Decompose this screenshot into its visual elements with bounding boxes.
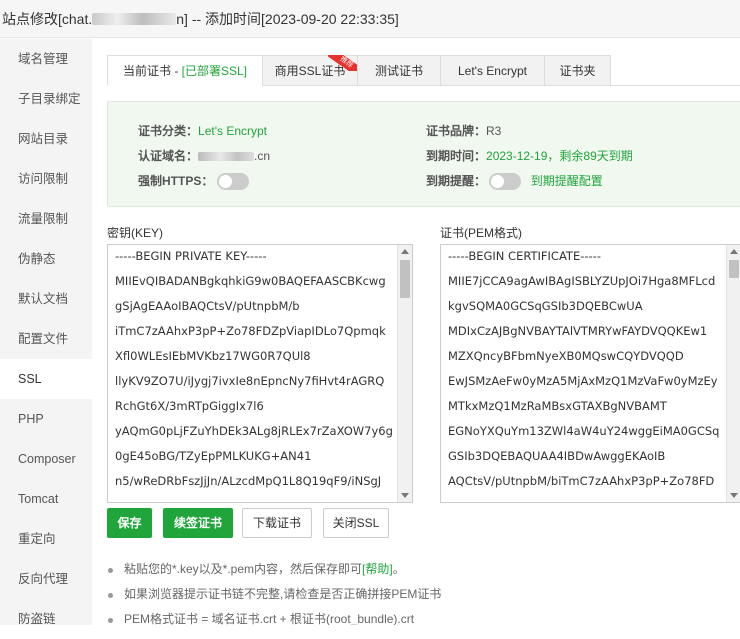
expire-remind-toggle[interactable] <box>489 173 522 190</box>
cert-line: MZXQncyBFbmNyeXB0MQswCQYDVQQD <box>448 349 684 363</box>
cert-line: EGNoYXQuYm13ZWl4aW4uY24wggEiMA0GCSq <box>448 424 720 438</box>
key-textarea[interactable]: -----BEGIN PRIVATE KEY----- MIIEvQIBADAN… <box>107 244 413 503</box>
title-suffix: n] -- 添加时间[2023-09-20 22:33:35] <box>176 11 399 27</box>
tip-item: 如果浏览器提示证书链不完整,请检查是否正确拼接PEM证书 <box>107 582 737 607</box>
tab-test-cert[interactable]: 测试证书 <box>357 55 441 86</box>
expire-remind: 到期提醒： 到期提醒配置 <box>426 172 603 190</box>
sidebar-item-redirect[interactable]: 重定向 <box>0 519 92 559</box>
key-line: gSjAgEAAoIBAQCtsV/pUtnpbM/b <box>115 299 300 313</box>
tab-current-cert-status: [已部署SSL] <box>181 64 248 78</box>
sidebar-item-access-limit[interactable]: 访问限制 <box>0 159 92 199</box>
cert-line: MTkxMzQ1MzRaMBsxGTAXBgNVBAMT <box>448 399 667 413</box>
cert-info-panel: 证书分类：Let's Encrypt 证书品牌：R3 认证域名： .cn 到期时间… <box>107 101 740 207</box>
close-ssl-button[interactable]: 关闭SSL <box>323 508 389 538</box>
tip-item: 粘贴您的*.key以及*.pem内容，然后保存即可[帮助]。 <box>107 557 737 582</box>
sidebar-item-domain[interactable]: 域名管理 <box>0 39 92 79</box>
title-prefix: 站点修改[chat. <box>2 11 93 27</box>
cert-domain: 认证域名： .cn <box>138 147 270 164</box>
recommend-badge-text: 推荐 <box>328 55 358 71</box>
key-label: 密钥(KEY) <box>107 226 164 240</box>
cert-line: MIIE7jCCA9agAwIBAgISBLYZUpJOi7Hga8MFLcd <box>448 274 716 288</box>
cert-expire: 到期时间：2023-12-19，剩余89天到期 <box>426 147 633 164</box>
cert-label: 证书(PEM格式) <box>440 226 522 240</box>
key-line: llyKV9ZO7U/iJygj7ivxIe8nEpncNy7fiHvt4rAG… <box>115 374 385 388</box>
key-line: -----BEGIN PRIVATE KEY----- <box>115 249 267 263</box>
sidebar-item-php[interactable]: PHP <box>0 399 92 439</box>
cert-textarea[interactable]: -----BEGIN CERTIFICATE----- MIIE7jCCA9ag… <box>440 244 740 503</box>
cert-line: EwJSMzAeFw0yMzA5MjAxMzQ1MzVaFw0yMzEy <box>448 374 718 388</box>
sidebar-item-composer[interactable]: Composer <box>0 439 92 479</box>
cert-line: MDIxCzAJBgNVBAYTAlVTMRYwFAYDVQQKEw1 <box>448 324 708 338</box>
cert-scroll-thumb[interactable] <box>729 260 739 278</box>
title-domain-redacted <box>92 13 177 25</box>
sidebar-item-tomcat[interactable]: Tomcat <box>0 479 92 519</box>
cert-domain-redacted <box>198 152 255 161</box>
key-line: yAQmG0pLjFZuYhDEk3ALg8jRLEx7rZaXOW7y6g <box>115 424 393 438</box>
cert-brand-label: 证书品牌： <box>426 124 487 138</box>
key-line: Xfl0WLEsIEbMVKbz17WG0R7QUl8 <box>115 349 311 363</box>
scroll-up-icon[interactable] <box>730 249 738 254</box>
cert-category: 证书分类：Let's Encrypt <box>138 122 267 139</box>
sidebar-item-rewrite[interactable]: 伪静态 <box>0 239 92 279</box>
sidebar: 域名管理 子目录绑定 网站目录 访问限制 流量限制 伪静态 默认文档 配置文件 … <box>0 39 92 626</box>
force-https-toggle[interactable] <box>216 173 249 190</box>
sidebar-item-subdir[interactable]: 子目录绑定 <box>0 79 92 119</box>
cert-line: GSIb3DQEBAQUAA4IBDwAwggEKAoIB <box>448 449 666 463</box>
key-line: MIIEvQIBADANBgkqhkiG9w0BAQEFAASCBKcwg <box>115 274 386 288</box>
cert-brand: 证书品牌：R3 <box>426 122 501 139</box>
tab-cert-folder[interactable]: 证书夹 <box>544 55 611 86</box>
window-title: 站点修改[chat. n] -- 添加时间[2023-09-20 22:33:35… <box>0 0 740 38</box>
renew-cert-button[interactable]: 续签证书 <box>163 508 233 538</box>
key-line: RchGt6X/3mRTpGiggIx7l6 <box>115 399 264 413</box>
recommend-badge: 推荐 <box>328 55 358 71</box>
sidebar-item-ssl[interactable]: SSL <box>0 359 92 399</box>
tip-text-end: 。 <box>392 562 405 576</box>
cert-line: -----BEGIN CERTIFICATE----- <box>448 249 601 263</box>
cert-domain-suffix: .cn <box>254 149 271 163</box>
cert-brand-value: R3 <box>486 124 502 138</box>
key-line: 0gE45oBG/TZyEpPMLKUKG+AN41 <box>115 449 312 463</box>
cert-category-label: 证书分类： <box>138 124 199 138</box>
key-line: iTmC7zAAhxP3pP+Zo78FDZpViapIDLo7Qpmqk <box>115 324 386 338</box>
sidebar-item-default-doc[interactable]: 默认文档 <box>0 279 92 319</box>
sidebar-item-config[interactable]: 配置文件 <box>0 319 92 359</box>
scroll-up-icon[interactable] <box>401 249 409 254</box>
scroll-down-icon[interactable] <box>730 493 738 498</box>
save-button[interactable]: 保存 <box>107 508 152 538</box>
expire-remind-label: 到期提醒： <box>426 174 487 188</box>
sidebar-item-reverse-proxy[interactable]: 反向代理 <box>0 559 92 599</box>
cert-scrollbar[interactable] <box>726 245 740 502</box>
ssl-tabs: 当前证书 - [已部署SSL] 商用SSL证书 推荐 测试证书 Let's En… <box>107 55 740 86</box>
key-scrollbar[interactable] <box>397 245 412 502</box>
help-tips: 粘贴您的*.key以及*.pem内容，然后保存即可[帮助]。 如果浏览器提示证书… <box>107 557 737 625</box>
force-https: 强制HTTPS： <box>138 172 249 190</box>
main-panel: 当前证书 - [已部署SSL] 商用SSL证书 推荐 测试证书 Let's En… <box>92 39 740 625</box>
force-https-label: 强制HTTPS： <box>138 174 214 188</box>
tab-current-cert-label: 当前证书 - <box>122 64 182 78</box>
scroll-down-icon[interactable] <box>401 493 409 498</box>
cert-category-value: Let's Encrypt <box>198 124 268 138</box>
expire-remind-config-link[interactable]: 到期提醒配置 <box>531 174 603 188</box>
download-cert-button[interactable]: 下载证书 <box>242 508 312 538</box>
tab-commercial-ssl[interactable]: 商用SSL证书 推荐 <box>262 55 358 86</box>
tab-letsencrypt[interactable]: Let's Encrypt <box>440 55 545 86</box>
key-line: n5/wReDRbFszJjJn/ALzcdMpQ1L8Q19qF9/iNSgJ <box>115 474 382 488</box>
sidebar-item-hotlink[interactable]: 防盗链 <box>0 599 92 639</box>
tab-current-cert[interactable]: 当前证书 - [已部署SSL] <box>107 55 263 86</box>
help-link[interactable]: [帮助] <box>362 562 393 576</box>
cert-expire-label: 到期时间： <box>426 149 487 163</box>
sidebar-item-traffic-limit[interactable]: 流量限制 <box>0 199 92 239</box>
cert-line: AQCtsV/pUtnpbM/biTmC7zAAhxP3pP+Zo78FD <box>448 474 715 488</box>
cert-line: kgvSQMA0GCSqGSIb3DQEBCwUA <box>448 299 643 313</box>
cert-domain-label: 认证域名： <box>138 149 199 163</box>
key-scroll-thumb[interactable] <box>400 260 410 298</box>
tip-item: PEM格式证书 = 域名证书.crt + 根证书(root_bundle).cr… <box>107 607 737 625</box>
tip-text: 粘贴您的*.key以及*.pem内容，然后保存即可 <box>124 562 363 576</box>
cert-expire-value: 2023-12-19，剩余89天到期 <box>486 149 633 163</box>
sidebar-item-site-dir[interactable]: 网站目录 <box>0 119 92 159</box>
